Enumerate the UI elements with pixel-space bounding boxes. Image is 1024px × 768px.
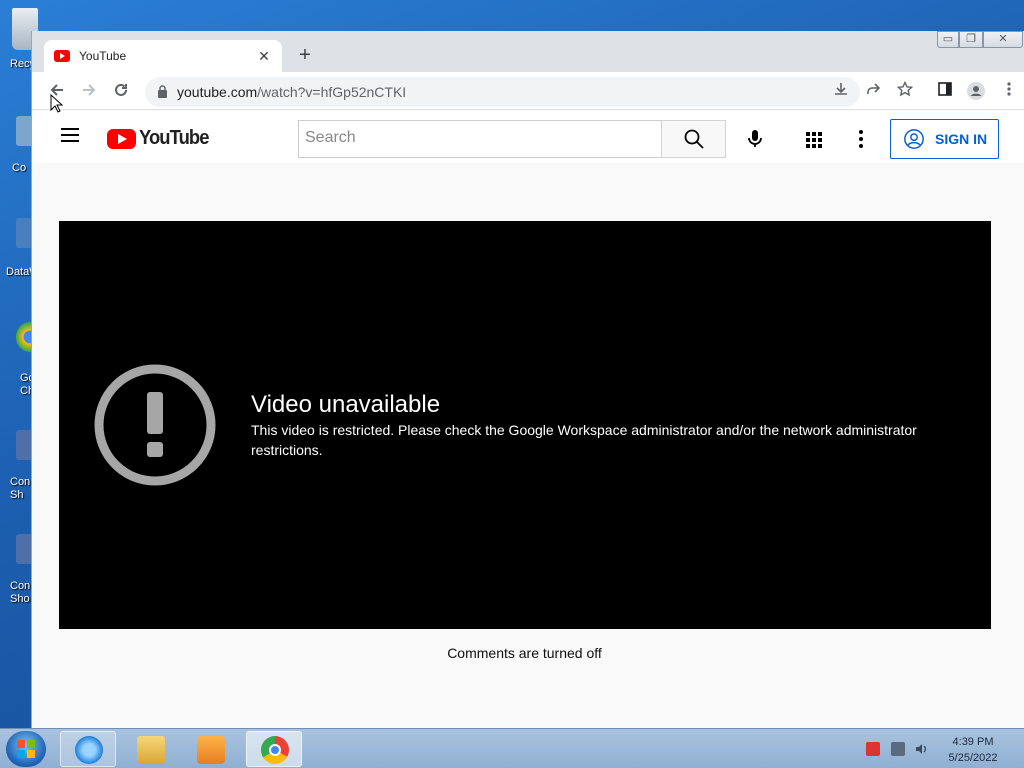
folder-icon bbox=[137, 736, 165, 764]
url-text: youtube.com/watch?v=hfGp52nCTKI bbox=[177, 84, 406, 100]
bookmark-button[interactable] bbox=[894, 80, 916, 103]
youtube-play-icon bbox=[107, 128, 136, 149]
network-icon[interactable] bbox=[891, 742, 905, 756]
volume-icon[interactable] bbox=[914, 742, 928, 756]
tab-strip: YouTube ✕ + ▭ ❐ ✕ bbox=[32, 31, 1024, 72]
search-icon bbox=[684, 129, 704, 149]
clock-time: 4:39 PM bbox=[952, 736, 994, 748]
error-message: This video is restricted. Please check t… bbox=[251, 422, 917, 458]
settings-kebab-icon[interactable] bbox=[859, 130, 863, 148]
taskbar-internet-explorer[interactable] bbox=[60, 731, 116, 767]
system-clock[interactable]: 4:39 PM 5/25/2022 bbox=[940, 734, 1006, 766]
menu-hamburger-icon[interactable] bbox=[61, 128, 79, 142]
maximize-button[interactable]: ❐ bbox=[959, 31, 983, 48]
window-controls: ▭ ❐ ✕ bbox=[937, 31, 1023, 48]
search-input[interactable]: Search bbox=[298, 120, 662, 158]
url-path: /watch?v=hfGp52nCTKI bbox=[257, 84, 407, 100]
sign-in-label: SIGN IN bbox=[935, 131, 988, 147]
mouse-cursor-icon bbox=[50, 94, 64, 113]
download-icon bbox=[835, 83, 847, 95]
new-tab-button[interactable]: + bbox=[294, 44, 316, 66]
reload-button[interactable] bbox=[110, 81, 132, 103]
voice-search-button[interactable] bbox=[740, 123, 770, 153]
sign-in-button[interactable]: SIGN IN bbox=[890, 119, 999, 159]
microphone-icon bbox=[748, 130, 762, 147]
close-window-button[interactable]: ✕ bbox=[983, 31, 1023, 48]
taskbar-media-player[interactable] bbox=[182, 731, 238, 767]
browser-menu-button[interactable] bbox=[998, 81, 1020, 103]
taskbar-file-explorer[interactable] bbox=[122, 731, 178, 767]
youtube-header: YouTube Search SIGN IN bbox=[32, 111, 1024, 163]
taskbar-chrome[interactable] bbox=[246, 731, 302, 767]
arrow-right-icon bbox=[83, 84, 96, 96]
side-panel-icon bbox=[938, 82, 952, 96]
action-center-flag-icon[interactable] bbox=[866, 742, 880, 756]
media-player-icon bbox=[197, 736, 225, 764]
forward-button[interactable] bbox=[78, 81, 100, 103]
lock-icon bbox=[157, 85, 168, 101]
account-circle-icon bbox=[904, 129, 924, 149]
share-button[interactable] bbox=[862, 81, 884, 103]
chrome-center-icon bbox=[269, 744, 281, 756]
browser-toolbar: youtube.com/watch?v=hfGp52nCTKI bbox=[32, 72, 1024, 110]
desktop-icon-computer[interactable]: Co bbox=[4, 116, 44, 175]
exclamation-warning-icon bbox=[94, 364, 216, 486]
tab-youtube[interactable]: YouTube ✕ bbox=[44, 40, 282, 72]
browser-window: YouTube ✕ + ▭ ❐ ✕ youtube.com/watch?v=hf… bbox=[31, 31, 1024, 728]
youtube-logo[interactable]: YouTube bbox=[107, 127, 215, 150]
tab-title: YouTube bbox=[79, 49, 127, 63]
star-icon bbox=[896, 80, 914, 97]
desktop-icon-google-chrome[interactable]: Go Ch bbox=[4, 322, 44, 398]
tab-close-icon[interactable]: ✕ bbox=[256, 48, 272, 65]
minimize-button[interactable]: ▭ bbox=[937, 31, 959, 48]
share-icon bbox=[867, 83, 881, 94]
youtube-logo-text: YouTube bbox=[139, 127, 209, 149]
video-player[interactable]: Video unavailable This video is restrict… bbox=[59, 221, 991, 629]
internet-explorer-icon bbox=[75, 736, 103, 764]
desktop-icon-dataw[interactable]: DataW bbox=[4, 218, 44, 279]
profile-icon bbox=[967, 82, 985, 100]
comments-status: Comments are turned off bbox=[447, 645, 602, 661]
youtube-favicon-icon bbox=[54, 50, 70, 62]
url-host: youtube.com bbox=[177, 84, 258, 100]
profile-button[interactable] bbox=[965, 81, 987, 103]
error-title: Video unavailable bbox=[251, 391, 441, 418]
address-bar[interactable]: youtube.com/watch?v=hfGp52nCTKI bbox=[145, 77, 860, 107]
apps-grid-icon[interactable] bbox=[806, 132, 822, 148]
windows-logo-icon bbox=[17, 740, 35, 758]
desktop-icon-shortcut-1[interactable]: Con Sh bbox=[4, 430, 44, 502]
start-button[interactable] bbox=[6, 731, 46, 767]
search-button[interactable] bbox=[661, 120, 726, 158]
reload-icon bbox=[115, 83, 127, 96]
desktop-icon-recycle-bin[interactable]: Recy bbox=[4, 8, 38, 71]
taskbar: 4:39 PM 5/25/2022 bbox=[0, 728, 1024, 768]
youtube-page: YouTube Search SIGN IN Video unavailable… bbox=[32, 111, 1024, 728]
desktop-icon-shortcut-2[interactable]: Con Sho bbox=[4, 534, 44, 606]
clock-date: 5/25/2022 bbox=[948, 752, 998, 764]
kebab-menu-icon bbox=[1007, 82, 1011, 96]
side-panel-button[interactable] bbox=[934, 81, 956, 103]
install-app-button[interactable] bbox=[830, 81, 852, 103]
